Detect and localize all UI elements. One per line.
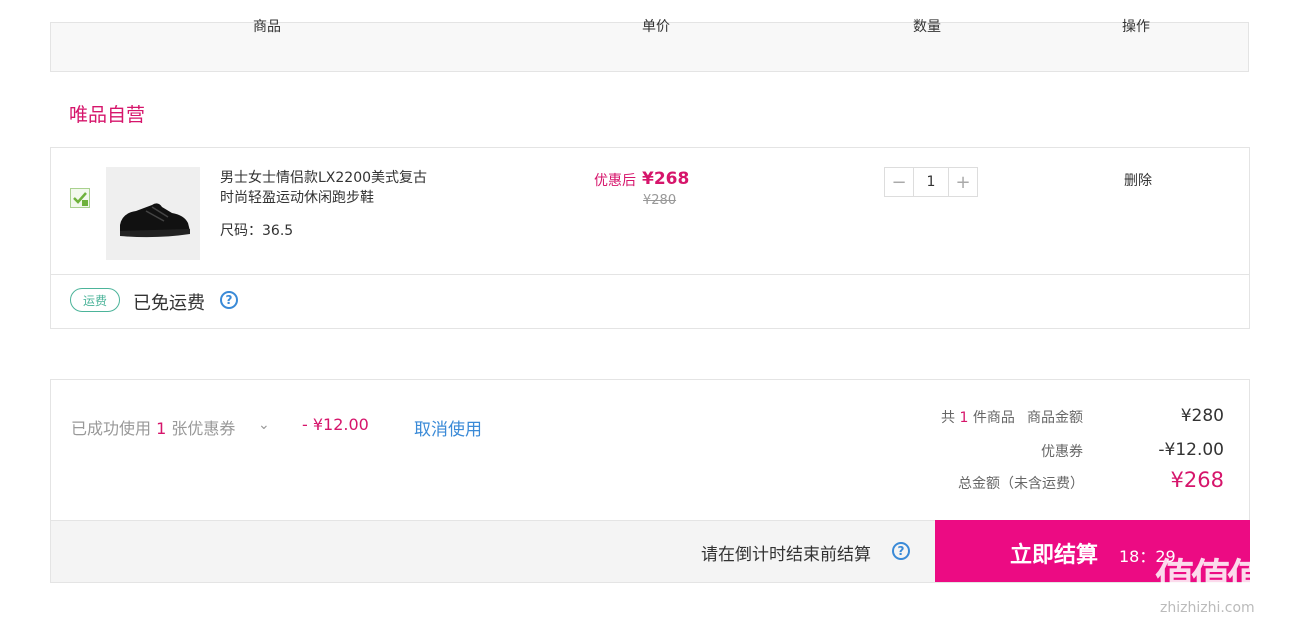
checkout-button-label: 立即结算 [1010,543,1099,568]
header-action: 操作 [1122,19,1150,35]
quantity-stepper: − 1 + [884,167,978,197]
countdown-help-icon[interactable]: ? [892,542,910,560]
header-product: 商品 [253,19,281,35]
decrease-button[interactable]: − [885,168,913,196]
goods-amount-label: 商品金额 [1027,410,1083,426]
watermark-logo: 值值值 [1155,556,1267,602]
item-count-value: 1 [959,410,969,426]
countdown-text: 请在倒计时结束前结算 [701,545,871,565]
item-divider [50,274,1250,275]
header-price: 单价 [642,19,670,35]
item-count-suffix: 件商品 [972,410,1015,426]
product-name[interactable]: 男士女士情侣款LX2200美式复古 时尚轻盈运动休闲跑步鞋 [220,168,450,208]
product-name-line1: 男士女士情侣款LX2200美式复古 [220,170,428,186]
product-image[interactable] [106,167,200,260]
chevron-down-icon[interactable]: ⌄ [258,417,270,433]
delete-button[interactable]: 删除 [1124,170,1152,190]
coupon-suffix: 张优惠券 [171,419,236,438]
coupon-amount: - ¥12.00 [302,415,369,434]
product-size: 尺码：36.5 [220,223,294,239]
shoe-icon [106,167,200,260]
item-count-prefix: 共 [941,410,955,426]
price-original: ¥280 [643,193,677,208]
shipping-badge: 运费 [70,288,120,312]
watermark-url: zhizhizhi.com [1160,600,1255,616]
coupon-summary-value: -¥12.00 [1158,440,1224,460]
item-checkbox[interactable] [70,188,90,208]
product-name-line2: 时尚轻盈运动休闲跑步鞋 [220,190,374,206]
price-after-label: 优惠后 [594,173,636,189]
price-after-discount: ¥268 [642,169,690,189]
store-title: 唯品自营 [69,104,146,126]
item-count: 共 1 件商品 [941,407,1015,427]
total-label: 总金额（未含运费） [958,476,1084,492]
checkmark-icon [73,192,88,206]
shipping-status: 已免运费 [133,293,205,314]
increase-button[interactable]: + [949,168,977,196]
header-quantity: 数量 [913,19,941,35]
cancel-coupon-link[interactable]: 取消使用 [414,415,482,440]
shipping-help-icon[interactable]: ? [220,291,238,309]
quantity-value[interactable]: 1 [913,168,949,196]
coupon-count: 1 [156,419,167,438]
coupon-selector[interactable]: 已成功使用 1 张优惠券 [71,415,235,439]
total-value: ¥268 [1170,468,1224,492]
goods-amount-value: ¥280 [1180,406,1224,426]
coupon-prefix: 已成功使用 [71,419,152,438]
coupon-summary-label: 优惠券 [1041,444,1083,460]
